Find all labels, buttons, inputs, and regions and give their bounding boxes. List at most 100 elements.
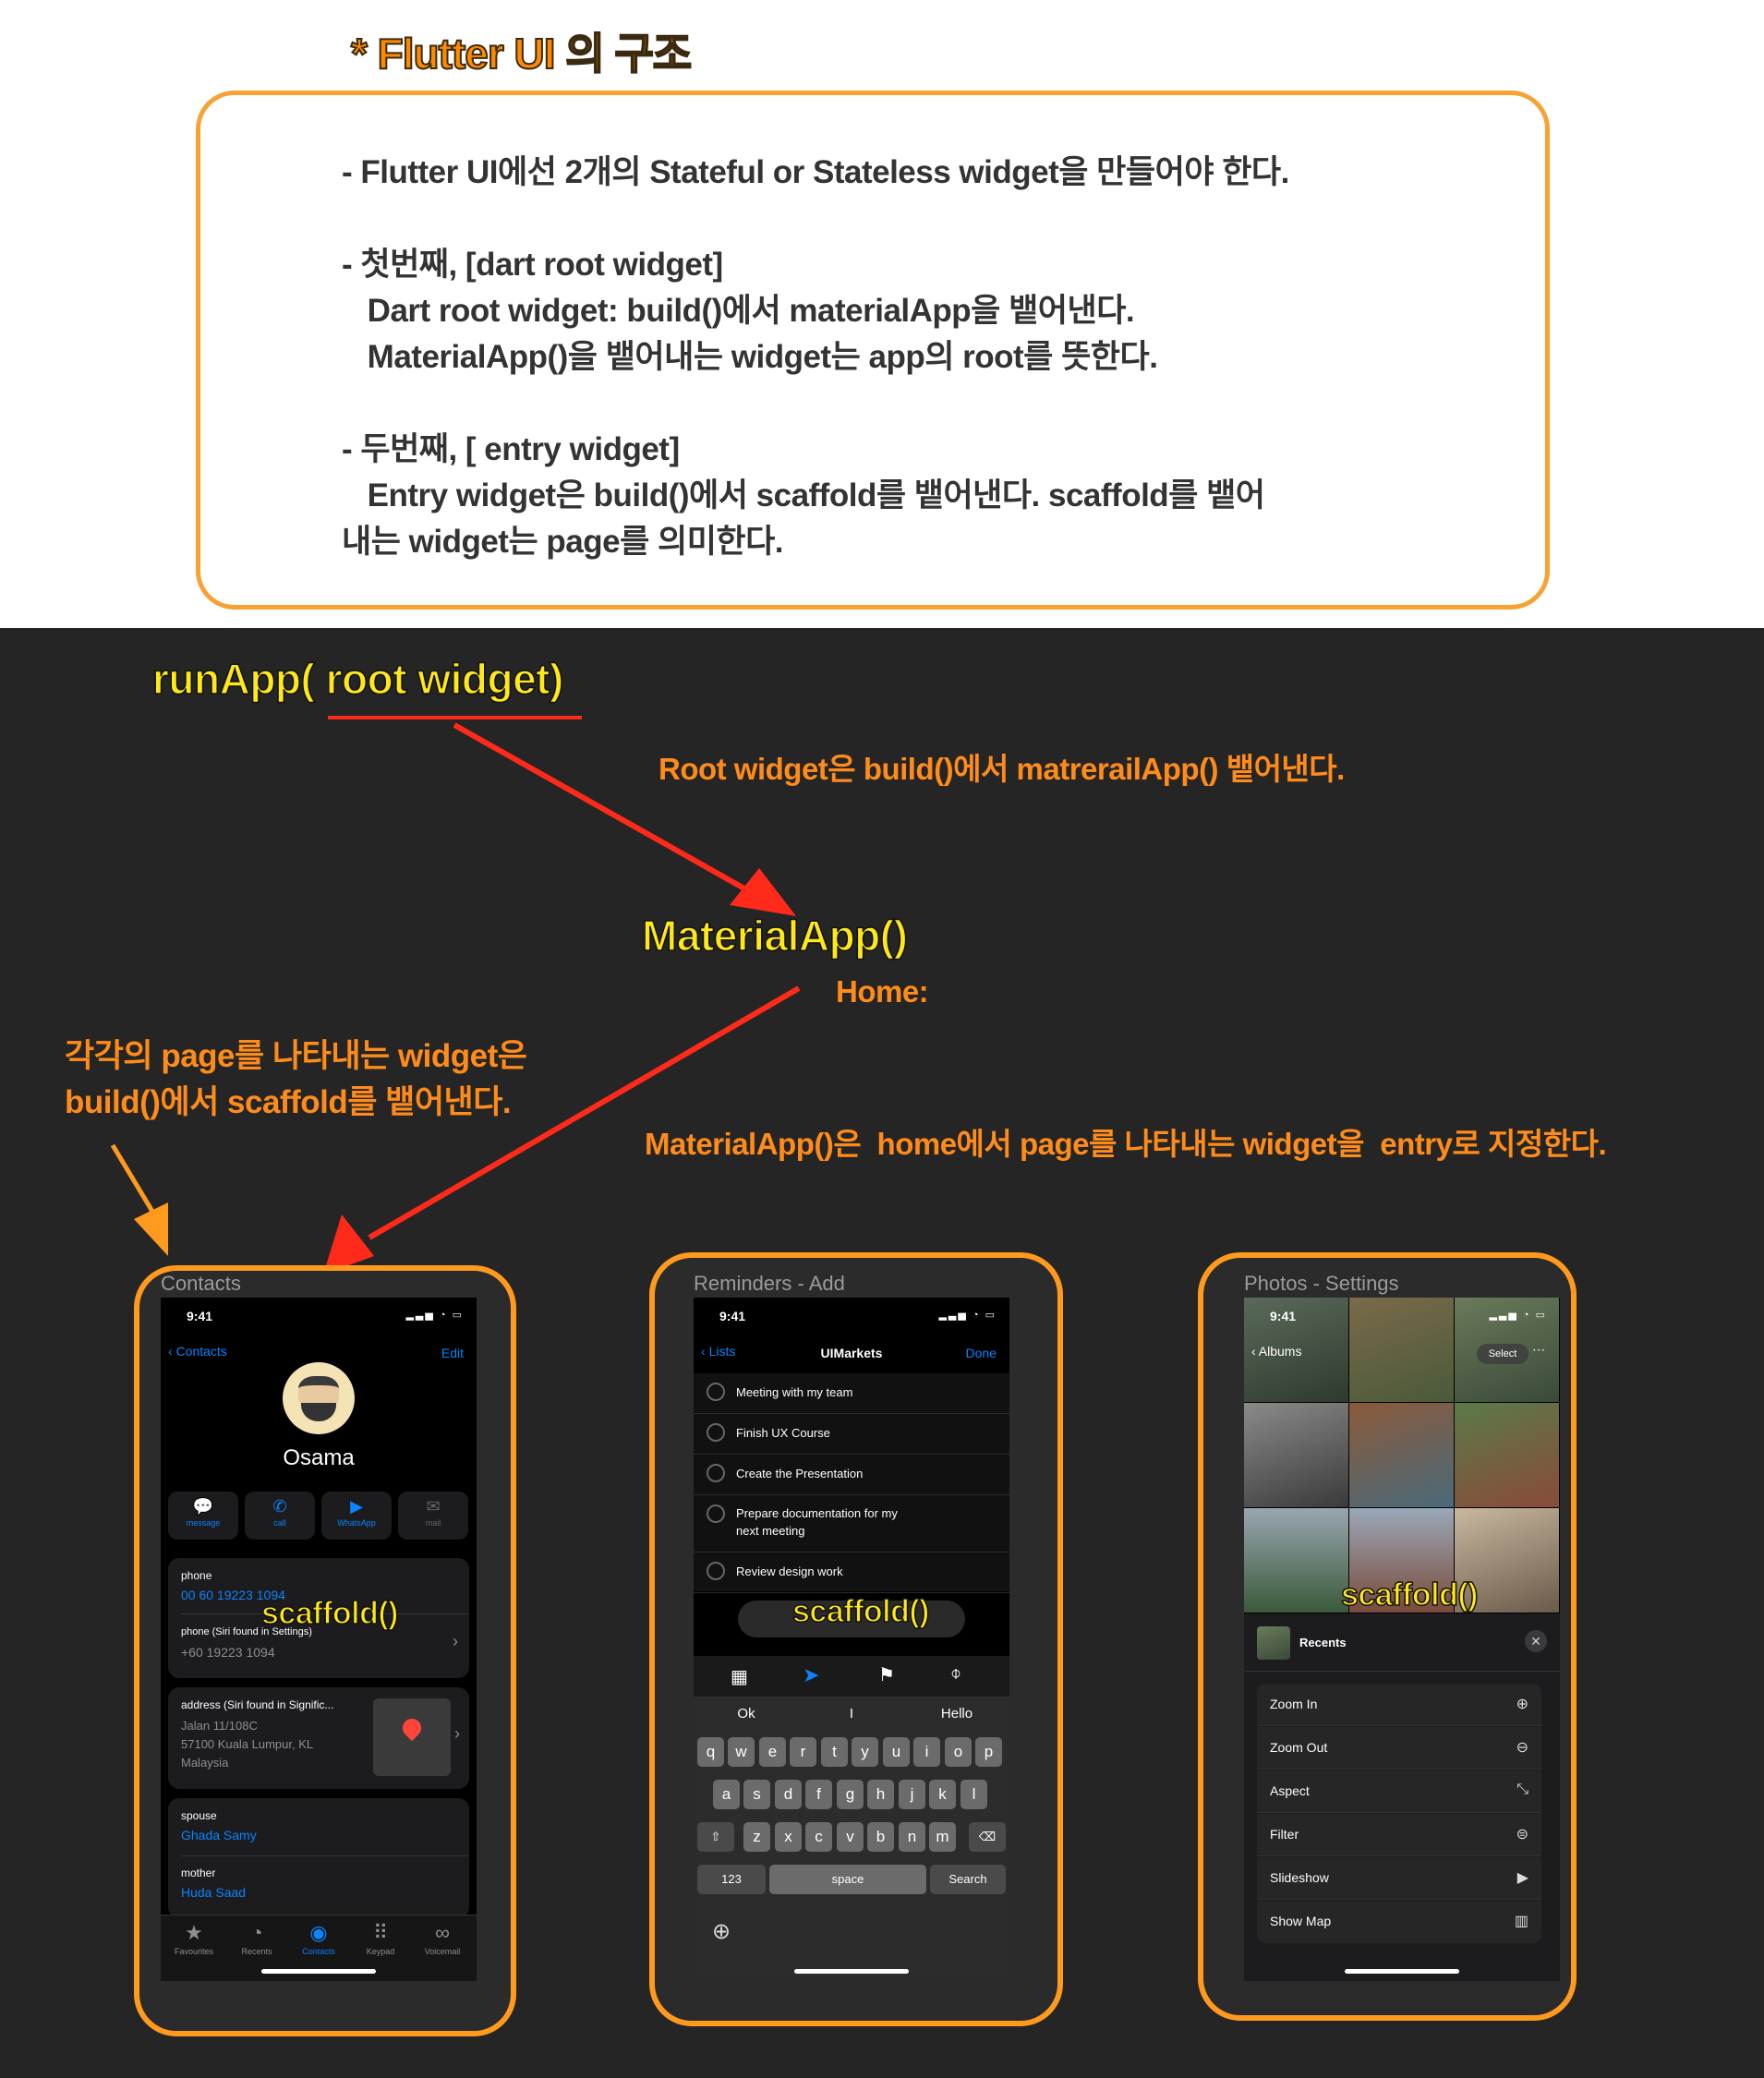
tab-keypad[interactable]: ⠿ Keypad (349, 1921, 412, 1956)
menu-item-slideshow[interactable]: Slideshow ▶ (1257, 1857, 1541, 1900)
page-caption: 각각의 page를 나타내는 widget은 (65, 1038, 527, 1074)
key[interactable]: s (743, 1780, 770, 1809)
frame-label: Photos - Settings (1244, 1272, 1399, 1295)
message-button[interactable]: 💬 message (168, 1492, 238, 1540)
key[interactable]: h (867, 1780, 894, 1809)
suggestion-item[interactable]: Ok (694, 1706, 799, 1722)
key[interactable]: b (867, 1822, 894, 1852)
key[interactable]: u (883, 1737, 910, 1767)
back-button[interactable]: ‹ Contacts (168, 1344, 227, 1359)
more-icon[interactable]: ⋯ (1532, 1342, 1545, 1358)
key[interactable]: a (713, 1780, 740, 1809)
key[interactable]: i (913, 1737, 940, 1767)
list-item[interactable]: Meeting with my team (694, 1373, 1009, 1414)
checkbox-icon[interactable] (707, 1423, 725, 1442)
home-indicator (794, 1969, 909, 1974)
photo-thumbnail[interactable] (1244, 1403, 1348, 1507)
key[interactable]: l (961, 1780, 987, 1809)
tab-recents[interactable]: ◔ Recents (225, 1921, 288, 1956)
photo-thumbnail[interactable] (1349, 1403, 1454, 1507)
search-key[interactable]: Search (930, 1865, 1006, 1894)
note-line: Dart root widget: build()에서 materialApp을… (342, 293, 1135, 329)
done-button[interactable]: Done (966, 1346, 997, 1360)
page-title: * Flutter UI 의 구조 (350, 29, 693, 79)
key[interactable]: e (759, 1737, 786, 1767)
menu-item-aspect[interactable]: Aspect ⤡ (1257, 1770, 1541, 1813)
checkbox-icon[interactable] (707, 1464, 725, 1482)
key[interactable]: r (790, 1737, 816, 1767)
aspect-icon: ⤡ (1516, 1782, 1528, 1797)
location-icon[interactable]: ➤ (803, 1663, 819, 1687)
key[interactable]: z (743, 1822, 770, 1852)
whatsapp-button[interactable]: ▶ WhatsApp (321, 1492, 392, 1540)
edit-button[interactable]: Edit (441, 1346, 464, 1360)
key[interactable]: v (837, 1822, 864, 1852)
key[interactable]: j (899, 1780, 925, 1809)
camera-icon[interactable]: ⌽ (950, 1663, 961, 1685)
key[interactable]: y (852, 1737, 878, 1767)
explanation-section: * Flutter UI 의 구조 - Flutter UI에선 2개의 Sta… (0, 0, 1764, 628)
checkbox-icon[interactable] (707, 1562, 725, 1580)
tab-favourites[interactable]: ★ Favourites (163, 1921, 225, 1956)
space-key[interactable]: space (769, 1865, 926, 1894)
suggestion-item[interactable]: I (799, 1706, 904, 1722)
address-card[interactable]: address (Siri found in Signific... Jalan… (168, 1687, 469, 1789)
flag-icon[interactable]: ⚑ (878, 1663, 895, 1686)
spouse-link[interactable]: Ghada Samy (181, 1828, 257, 1842)
mail-icon: ✉ (426, 1497, 441, 1516)
key[interactable]: n (899, 1822, 925, 1852)
key[interactable]: f (805, 1780, 832, 1809)
call-button[interactable]: ✆ call (245, 1492, 315, 1540)
key[interactable]: o (945, 1737, 972, 1767)
numbers-key[interactable]: 123 (697, 1865, 766, 1894)
globe-icon[interactable]: ⊕ (712, 1918, 731, 1945)
key[interactable]: c (805, 1822, 832, 1852)
scaffold-label: scaffold() (260, 1595, 399, 1632)
key[interactable]: x (775, 1822, 802, 1852)
menu-item-show-map[interactable]: Show Map ▥ (1257, 1901, 1541, 1943)
key[interactable]: k (929, 1780, 956, 1809)
home-indicator (1345, 1969, 1459, 1974)
photo-thumbnail[interactable] (1244, 1508, 1348, 1613)
menu-item-zoom-out[interactable]: Zoom Out ⊖ (1257, 1727, 1541, 1770)
map-pin-icon (398, 1714, 426, 1742)
keypad-icon: ⠿ (372, 1921, 389, 1944)
tab-voicemail[interactable]: ∞ Voicemail (411, 1921, 474, 1956)
shift-key[interactable]: ⇧ (697, 1822, 734, 1852)
tab-contacts[interactable]: ◉ Contacts (287, 1921, 350, 1956)
message-icon: 💬 (192, 1497, 214, 1516)
key[interactable]: t (821, 1737, 848, 1767)
photo-thumbnail[interactable] (1349, 1298, 1454, 1402)
close-icon[interactable]: ✕ (1525, 1630, 1547, 1652)
key[interactable]: p (975, 1737, 1002, 1767)
relations-card: spouse Ghada Samy mother Huda Saad (168, 1798, 469, 1918)
checkbox-icon[interactable] (707, 1504, 725, 1523)
star-icon: ★ (185, 1921, 203, 1944)
key[interactable]: g (837, 1780, 864, 1809)
page-caption: build()에서 scaffold를 뱉어낸다. (65, 1084, 512, 1120)
mail-button[interactable]: ✉ mail (398, 1492, 468, 1540)
key[interactable]: m (929, 1822, 956, 1852)
mother-link[interactable]: Huda Saad (181, 1885, 246, 1900)
action-sheet: Recents ✕ Zoom In ⊕ Zoom Out ⊖ Aspect ⤡ Fil… (1244, 1613, 1560, 1981)
suggestion-item[interactable]: Hello (904, 1706, 1009, 1722)
key[interactable]: w (728, 1737, 755, 1767)
note-line: - 두번째, [ entry widget] (342, 431, 680, 467)
calendar-icon[interactable]: ▦ (731, 1665, 748, 1688)
list-item[interactable]: Finish UX Course (694, 1414, 1009, 1455)
menu-item-zoom-in[interactable]: Zoom In ⊕ (1257, 1684, 1541, 1726)
list-item[interactable]: Prepare documentation for my next meeting (694, 1495, 1009, 1552)
select-button[interactable]: Select (1477, 1344, 1528, 1364)
backspace-key[interactable]: ⌫ (969, 1822, 1006, 1852)
menu-item-filter[interactable]: Filter ⊜ (1257, 1814, 1541, 1856)
list-item[interactable]: Create the Presentation (694, 1455, 1009, 1495)
photo-thumbnail[interactable] (1455, 1403, 1559, 1507)
list-item[interactable]: Review design work (694, 1552, 1009, 1593)
scaffold-label: scaffold() (791, 1593, 930, 1630)
key[interactable]: d (775, 1780, 802, 1809)
key[interactable]: q (697, 1737, 724, 1767)
checkbox-icon[interactable] (707, 1383, 725, 1401)
keyboard: Ok I Hello q w e r t y u i o p a s d f g… (694, 1697, 1009, 1981)
frame-label: Contacts (161, 1272, 241, 1295)
back-button[interactable]: ‹ Albums (1251, 1344, 1301, 1359)
